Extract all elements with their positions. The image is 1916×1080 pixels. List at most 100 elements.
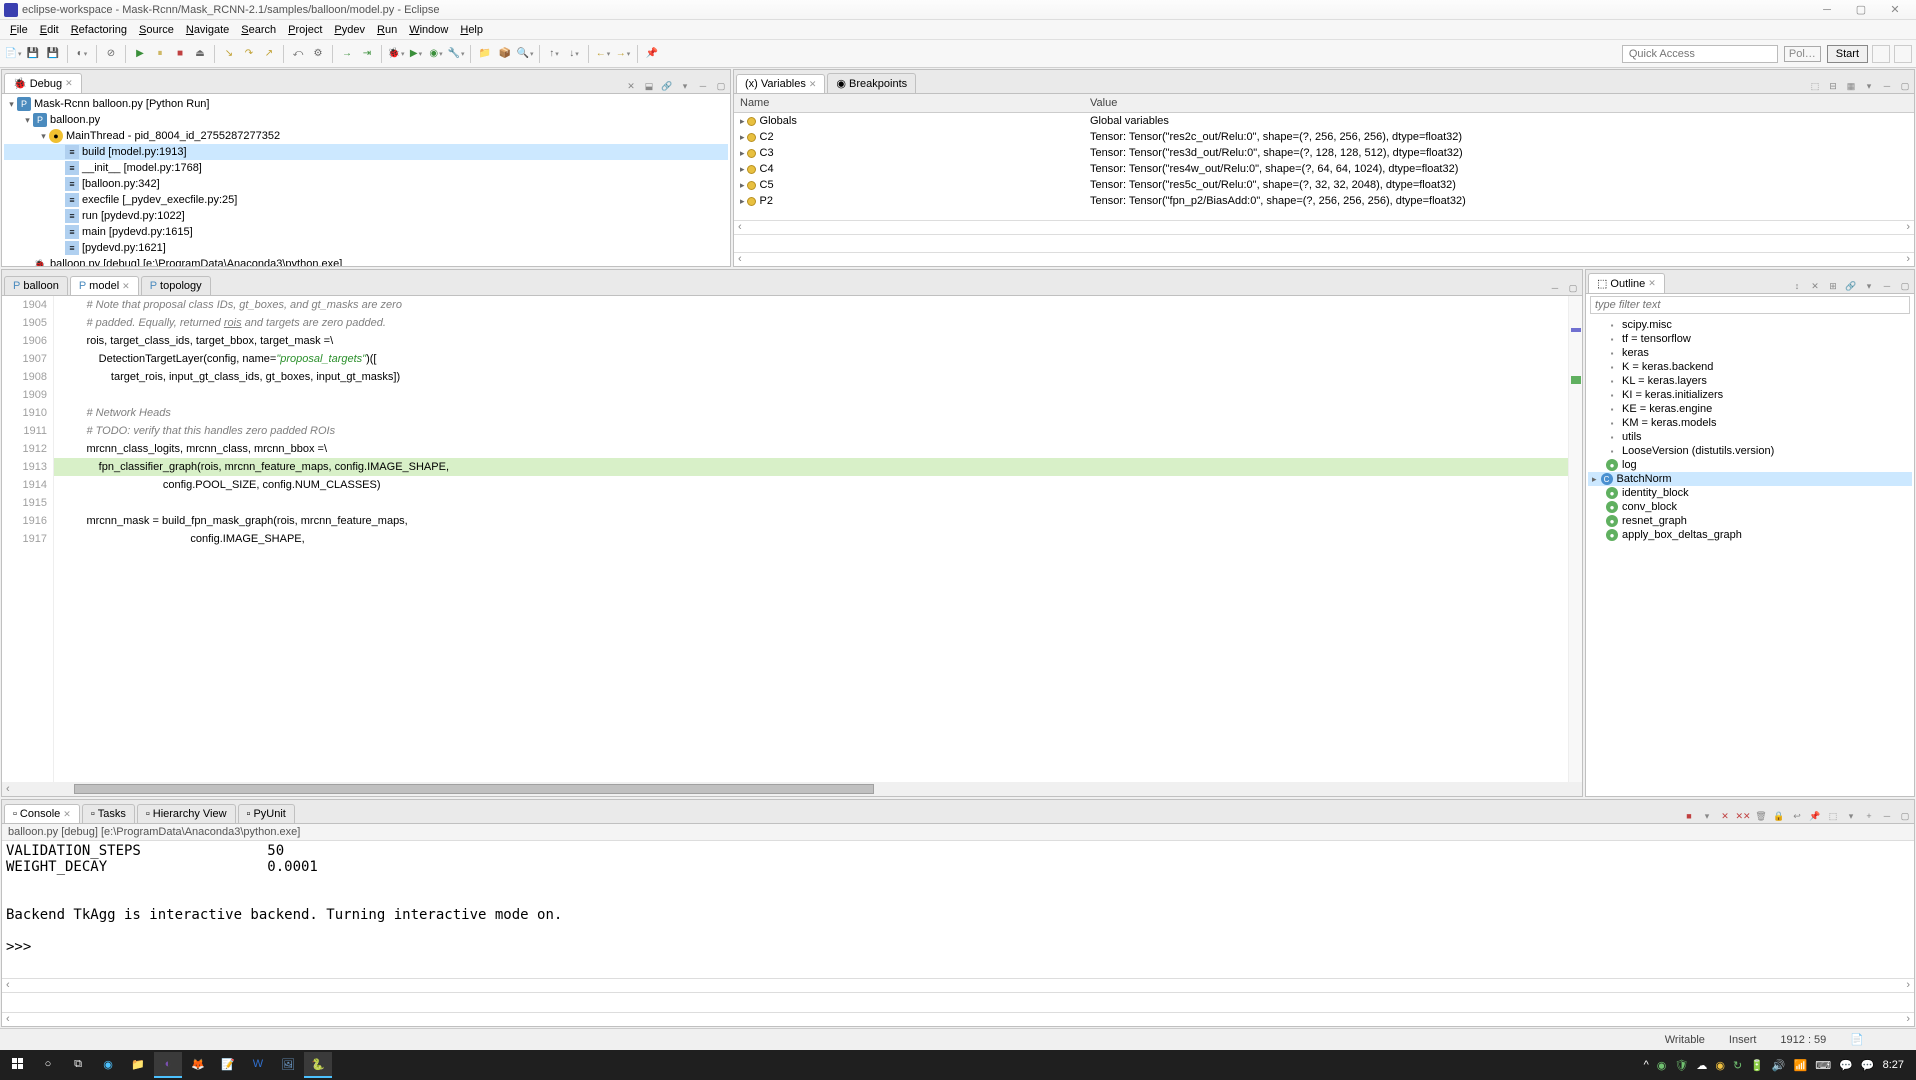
app-explorer[interactable]: 📁 — [124, 1052, 152, 1078]
console-tab-pyunit[interactable]: ▫PyUnit — [238, 804, 295, 823]
code-line[interactable]: # padded. Equally, returned rois and tar… — [54, 314, 1568, 332]
code-line[interactable]: # Note that proposal class IDs, gt_boxes… — [54, 296, 1568, 314]
new-module-button[interactable]: 📁 — [476, 45, 494, 63]
breakpoints-tab[interactable]: ◉ Breakpoints — [827, 73, 916, 93]
disconnect-button[interactable]: ⏏ — [191, 45, 209, 63]
back-button[interactable]: ← — [594, 45, 612, 63]
maximize-icon[interactable]: ▢ — [1898, 279, 1912, 293]
debug-last-button[interactable]: 🐞 — [387, 45, 405, 63]
outline-item[interactable]: ▪utils — [1588, 430, 1912, 444]
tray-wechat-icon[interactable]: 💬 — [1861, 1059, 1875, 1072]
run-last-button[interactable]: ▶ — [407, 45, 425, 63]
maximize-icon[interactable]: ▢ — [1566, 281, 1580, 295]
menu-edit[interactable]: Edit — [34, 22, 65, 38]
console-tab-tasks[interactable]: ▫Tasks — [82, 804, 135, 823]
tray-network-icon[interactable]: ◉ — [1657, 1059, 1667, 1072]
line-gutter[interactable]: 1904190519061907190819091910191119121913… — [2, 296, 54, 782]
outline-item[interactable]: ▪KE = keras.engine — [1588, 402, 1912, 416]
code-area[interactable]: # Note that proposal class IDs, gt_boxes… — [54, 296, 1568, 782]
menu-file[interactable]: File — [4, 22, 34, 38]
minimize-icon[interactable]: ─ — [696, 79, 710, 93]
code-line[interactable]: # TODO: verify that this handles zero pa… — [54, 422, 1568, 440]
code-line[interactable]: DetectionTargetLayer(config, name="propo… — [54, 350, 1568, 368]
expand-icon[interactable]: ▸ — [740, 148, 745, 158]
outline-item[interactable]: ▪KL = keras.layers — [1588, 374, 1912, 388]
menu-refactoring[interactable]: Refactoring — [65, 22, 133, 38]
variable-row[interactable]: ▸C3Tensor: Tensor("res3d_out/Relu:0", sh… — [734, 145, 1914, 161]
display-icon[interactable]: ⬚ — [1826, 809, 1840, 823]
app-notepad[interactable]: 📝 — [214, 1052, 242, 1078]
variable-row[interactable]: ▸C2Tensor: Tensor("res2c_out/Relu:0", sh… — [734, 129, 1914, 145]
tray-cloud-icon[interactable]: ☁ — [1696, 1059, 1707, 1072]
expand-icon[interactable]: ▸ — [740, 196, 745, 206]
columns-icon[interactable]: ▦ — [1844, 79, 1858, 93]
forward-button[interactable]: → — [614, 45, 632, 63]
tray-shield-icon[interactable]: 🛡 — [1674, 1059, 1688, 1072]
view-menu-icon[interactable]: ▾ — [678, 79, 692, 93]
variable-row[interactable]: ▸C5Tensor: Tensor("res5c_out/Relu:0", sh… — [734, 177, 1914, 193]
stack-frame[interactable]: ≡build [model.py:1913] — [4, 144, 728, 160]
tray-sync-icon[interactable]: ↻ — [1733, 1059, 1742, 1072]
menu-navigate[interactable]: Navigate — [180, 22, 235, 38]
overview-ruler[interactable] — [1568, 296, 1582, 782]
code-line[interactable]: # Network Heads — [54, 404, 1568, 422]
outline-item[interactable]: ●resnet_graph — [1588, 514, 1912, 528]
new-button[interactable]: 📄 — [4, 45, 22, 63]
set-next-button[interactable]: → — [338, 45, 356, 63]
minimize-icon[interactable]: ─ — [1880, 809, 1894, 823]
quick-access-input[interactable] — [1622, 45, 1778, 63]
expand-icon[interactable]: ▸ — [740, 164, 745, 174]
outline-item[interactable]: ▪KM = keras.models — [1588, 416, 1912, 430]
code-line[interactable]: config.POOL_SIZE, config.NUM_CLASSES) — [54, 476, 1568, 494]
tray-keyboard-icon[interactable]: ⌨ — [1815, 1059, 1831, 1072]
stack-frame[interactable]: 🐞balloon.py [debug] [e:\ProgramData\Anac… — [4, 256, 728, 266]
maximize-icon[interactable]: ▢ — [1898, 79, 1912, 93]
step-return-button[interactable]: ↗ — [260, 45, 278, 63]
menu-run[interactable]: Run — [371, 22, 403, 38]
editor-tab-topology[interactable]: Ptopology — [141, 276, 211, 295]
code-line[interactable] — [54, 386, 1568, 404]
start-button[interactable]: Start — [1827, 45, 1868, 63]
save-all-button[interactable]: 💾 — [44, 45, 62, 63]
menu-window[interactable]: Window — [403, 22, 454, 38]
expand-icon[interactable]: ▸ — [740, 132, 745, 142]
expand-icon[interactable]: ▾ — [22, 115, 33, 126]
debug-tree[interactable]: ▾PMask-Rcnn balloon.py [Python Run]▾Pbal… — [2, 94, 730, 266]
console-input[interactable] — [2, 992, 1914, 1012]
outline-item[interactable]: ▪KI = keras.initializers — [1588, 388, 1912, 402]
outline-item[interactable]: ▪keras — [1588, 346, 1912, 360]
search-button[interactable]: 🔍 — [516, 45, 534, 63]
next-annotation-button[interactable]: ↓ — [565, 45, 583, 63]
col-name[interactable]: Name — [734, 94, 1084, 113]
debug-tab[interactable]: 🐞 Debug ✕ — [4, 73, 82, 93]
expand-icon[interactable]: ▸ — [740, 180, 745, 190]
focus-icon[interactable]: ⊞ — [1826, 279, 1840, 293]
tray-volume-icon[interactable]: 🔊 — [1772, 1059, 1786, 1072]
outline-tab[interactable]: ⬚ Outline ✕ — [1588, 273, 1665, 293]
expand-icon[interactable]: ▾ — [38, 131, 49, 142]
console-tab-hierarchy-view[interactable]: ▫Hierarchy View — [137, 804, 236, 823]
new-package-button[interactable]: 📦 — [496, 45, 514, 63]
terminate-dropdown-icon[interactable]: ▾ — [1700, 809, 1714, 823]
h-scroll[interactable]: ‹› — [734, 252, 1914, 266]
terminate-button[interactable]: ■ — [171, 45, 189, 63]
expand-icon[interactable]: ▸ — [740, 116, 745, 126]
tray-wifi-icon[interactable]: 📶 — [1794, 1059, 1808, 1072]
external-tools-button[interactable]: 🔧 — [447, 45, 465, 63]
outline-item[interactable]: ▸CBatchNorm — [1588, 472, 1912, 486]
code-line[interactable]: fpn_classifier_graph(rois, mrcnn_feature… — [54, 458, 1568, 476]
minimize-icon[interactable]: ─ — [1548, 281, 1562, 295]
view-menu-icon[interactable]: ▾ — [1862, 79, 1876, 93]
hide-fields-icon[interactable]: ✕ — [1808, 279, 1822, 293]
stack-frame[interactable]: ≡ [pydevd.py:1621] — [4, 240, 728, 256]
run-to-button[interactable]: ⇥ — [358, 45, 376, 63]
app-firefox[interactable]: 🦊 — [184, 1052, 212, 1078]
minimize-icon[interactable]: ─ — [1880, 79, 1894, 93]
code-line[interactable]: target_rois, input_gt_class_ids, gt_boxe… — [54, 368, 1568, 386]
expand-icon[interactable]: ▾ — [6, 99, 17, 110]
app-chrome[interactable]: ◉ — [94, 1052, 122, 1078]
app-image[interactable]: 🖼 — [274, 1052, 302, 1078]
code-line[interactable]: rois, target_class_ids, target_bbox, tar… — [54, 332, 1568, 350]
open-console-icon[interactable]: ▾ — [1844, 809, 1858, 823]
close-icon[interactable]: ✕ — [1648, 278, 1656, 289]
